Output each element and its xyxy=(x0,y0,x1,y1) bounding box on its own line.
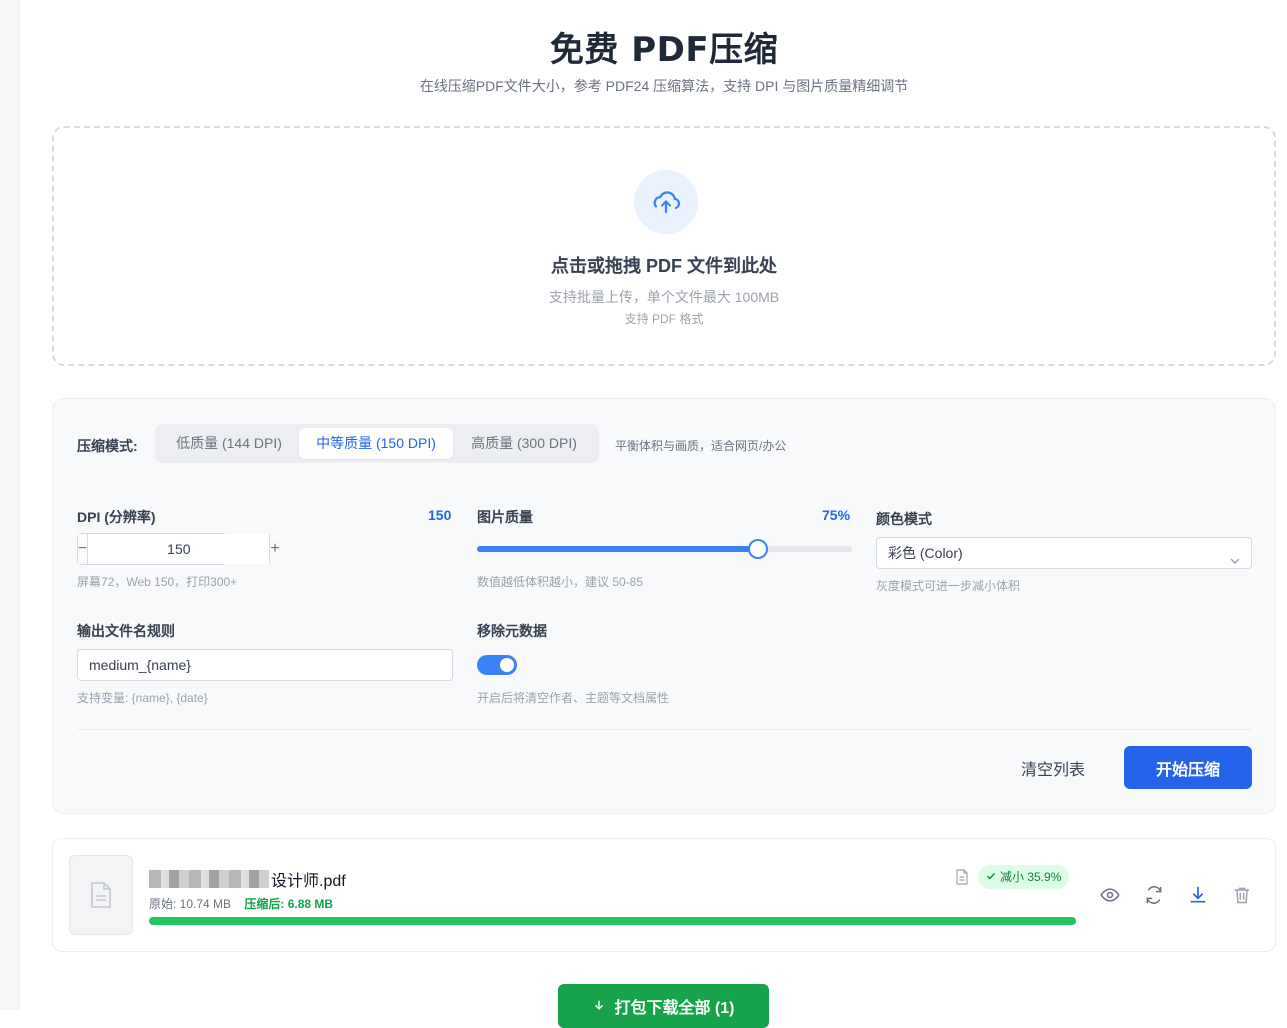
compress-progress-bar xyxy=(149,917,1076,925)
mode-option-high[interactable]: 高质量 (300 DPI) xyxy=(453,428,595,459)
redacted-text xyxy=(149,870,269,888)
color-mode-select[interactable]: 彩色 (Color) xyxy=(876,537,1252,569)
recompress-refresh-icon[interactable] xyxy=(1143,884,1165,906)
page: 免费 PDF压缩 在线压缩PDF文件大小，参考 PDF24 压缩算法，支持 DP… xyxy=(52,0,1276,1028)
download-icon[interactable] xyxy=(1187,884,1209,906)
color-mode-label: 颜色模式 xyxy=(876,511,932,527)
mode-option-medium[interactable]: 中等质量 (150 DPI) xyxy=(299,428,453,459)
image-quality-slider[interactable] xyxy=(477,539,852,559)
delete-trash-icon[interactable] xyxy=(1231,884,1253,906)
start-compress-button[interactable]: 开始压缩 xyxy=(1124,746,1252,789)
filename-rule-label: 输出文件名规则 xyxy=(77,623,175,639)
file-card: 设计师.pdf 原始: 10.74 MB 压缩后: 6.88 MB 减小 35.… xyxy=(52,838,1276,952)
preview-eye-icon[interactable] xyxy=(1099,884,1121,906)
toggle-knob xyxy=(500,658,514,672)
download-all-button[interactable]: 打包下载全部 (1) xyxy=(558,984,769,1028)
dropzone-subtitle: 支持批量上传，单个文件最大 100MB xyxy=(548,289,780,305)
file-name: 设计师.pdf xyxy=(271,873,346,890)
dpi-input[interactable] xyxy=(87,534,271,564)
remove-metadata-label: 移除元数据 xyxy=(477,623,547,639)
divider xyxy=(77,729,1252,730)
file-info-icon xyxy=(955,869,969,890)
dpi-hint: 屏幕72，Web 150，打印300+ xyxy=(77,575,238,589)
slider-thumb[interactable] xyxy=(748,539,769,559)
color-mode-selected: 彩色 (Color) xyxy=(888,545,963,561)
upload-dropzone[interactable]: 点击或拖拽 PDF 文件到此处 支持批量上传，单个文件最大 100MB 支持 P… xyxy=(52,126,1276,366)
dpi-stepper: − + xyxy=(77,533,280,565)
image-quality-hint: 数值越低体积越小，建议 50-85 xyxy=(477,575,644,589)
filename-rule-hint: 支持变量: {name}, {date} xyxy=(77,691,208,705)
remove-metadata-hint: 开启后将清空作者、主题等文档属性 xyxy=(477,691,670,705)
dropzone-title: 点击或拖拽 PDF 文件到此处 xyxy=(550,256,777,276)
filename-rule-input[interactable] xyxy=(77,649,453,681)
size-reduction-badge: 减小 35.9% xyxy=(978,865,1070,889)
download-all-icon xyxy=(595,1000,604,1010)
dpi-decrement-button[interactable]: − xyxy=(78,534,88,564)
remove-metadata-toggle[interactable] xyxy=(477,655,517,675)
check-icon xyxy=(986,865,996,889)
upload-cloud-icon xyxy=(634,170,698,234)
page-subtitle: 在线压缩PDF文件大小，参考 PDF24 压缩算法，支持 DPI 与图片质量精细… xyxy=(419,78,909,94)
slider-fill xyxy=(477,546,759,552)
clear-list-button[interactable]: 清空列表 xyxy=(1005,746,1101,789)
compression-mode-label: 压缩模式: xyxy=(77,438,138,454)
dpi-increment-button[interactable]: + xyxy=(270,534,280,564)
file-size-meta: 原始: 10.74 MB 压缩后: 6.88 MB xyxy=(149,895,333,912)
settings-panel: 压缩模式: 低质量 (144 DPI) 中等质量 (150 DPI) 高质量 (… xyxy=(52,398,1276,814)
image-quality-label: 图片质量 xyxy=(477,509,533,525)
badge-text: 减小 35.9% xyxy=(1000,870,1062,884)
file-name-row: 设计师.pdf xyxy=(149,867,346,891)
download-all-label: 打包下载全部 (1) xyxy=(614,1000,735,1017)
image-quality-value: 75% xyxy=(822,507,851,523)
document-icon xyxy=(91,882,111,908)
mode-description: 平衡体积与画质，适合网页/办公 xyxy=(615,439,787,453)
mode-option-low[interactable]: 低质量 (144 DPI) xyxy=(159,428,299,459)
dropzone-formats: 支持 PDF 格式 xyxy=(624,312,704,326)
file-thumbnail xyxy=(69,855,133,935)
left-rail xyxy=(0,0,20,1010)
original-size: 原始: 10.74 MB xyxy=(149,897,232,911)
chevron-down-icon xyxy=(1229,547,1241,577)
compressed-size: 压缩后: 6.88 MB xyxy=(244,897,334,911)
progress-fill xyxy=(149,917,1076,925)
compression-mode-selector: 低质量 (144 DPI) 中等质量 (150 DPI) 高质量 (300 DP… xyxy=(155,424,599,463)
color-mode-hint: 灰度模式可进一步减小体积 xyxy=(876,579,1021,593)
dpi-value: 150 xyxy=(428,507,452,523)
page-title: 免费 PDF压缩 xyxy=(549,30,779,70)
dpi-label: DPI (分辨率) xyxy=(77,509,156,525)
